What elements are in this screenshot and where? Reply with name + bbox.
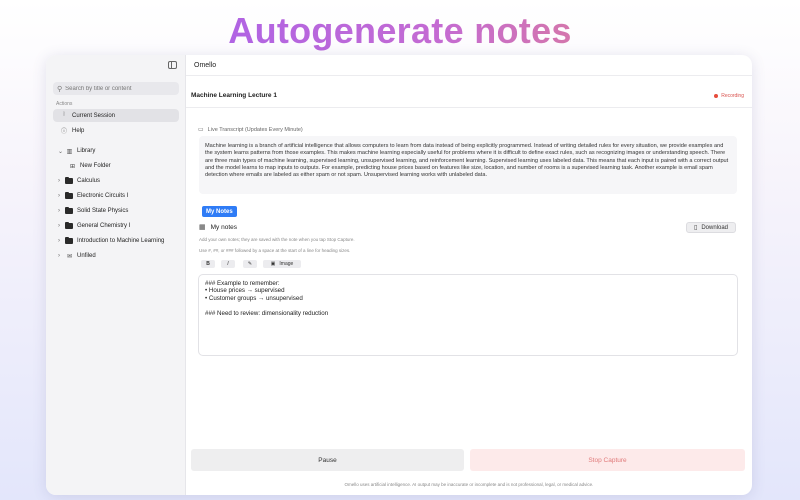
sidebar-folder-intro-ml[interactable]: › Introduction to Machine Learning bbox=[58, 235, 164, 247]
promo-headline: Autogenerate notes bbox=[0, 10, 800, 52]
sidebar: ⚲ Actions ⦚ Current Session ⓘ Help ⌄ ▥ L… bbox=[46, 55, 186, 495]
sidebar-toggle-icon[interactable] bbox=[168, 61, 177, 69]
chevron-right-icon: › bbox=[58, 193, 60, 199]
session-title: Machine Learning Lecture 1 bbox=[191, 92, 277, 99]
sidebar-folder-solid-state-physics[interactable]: › Solid State Physics bbox=[58, 205, 128, 217]
chevron-right-icon: › bbox=[58, 223, 60, 229]
transcript-icon: ▭ bbox=[198, 127, 204, 133]
unfiled-label: Unfiled bbox=[77, 253, 96, 259]
folder-icon bbox=[65, 207, 73, 214]
folder-icon bbox=[65, 222, 73, 229]
folder-label: Calculus bbox=[77, 178, 101, 184]
new-folder-icon: ⊞ bbox=[69, 163, 76, 170]
insert-image-button[interactable]: ▣ Image bbox=[263, 260, 301, 268]
search-input[interactable] bbox=[65, 85, 166, 92]
sidebar-folder-general-chemistry[interactable]: › General Chemistry I bbox=[58, 220, 130, 232]
transcript-label-text: Live Transcript (Updates Every Minute) bbox=[207, 126, 303, 133]
recording-status: Recording bbox=[721, 93, 744, 99]
image-button-label: Image bbox=[279, 261, 294, 267]
notes-calendar-icon: ▦ bbox=[199, 224, 206, 231]
bold-button[interactable]: B bbox=[201, 260, 215, 268]
sidebar-item-label: Current Session bbox=[72, 112, 116, 119]
folder-label: Electronic Circuits I bbox=[77, 193, 129, 199]
main-panel: Omello Machine Learning Lecture 1 Record… bbox=[186, 55, 752, 495]
sidebar-item-help[interactable]: ⓘ Help bbox=[53, 124, 179, 137]
folder-label: Solid State Physics bbox=[77, 208, 129, 214]
recording-dot-icon bbox=[714, 94, 719, 98]
recording-indicator: Recording bbox=[714, 93, 744, 99]
pencil-icon: ✎ bbox=[247, 261, 253, 267]
app-title: Omello bbox=[194, 61, 217, 69]
sidebar-item-label: Help bbox=[72, 127, 85, 134]
chevron-down-icon: ⌄ bbox=[58, 148, 64, 155]
notes-hint-headings: Use #, ##, or ### followed by a space at… bbox=[199, 248, 351, 253]
chevron-right-icon: › bbox=[58, 238, 60, 244]
sidebar-folder-calculus[interactable]: › Calculus bbox=[58, 175, 100, 187]
stop-capture-button[interactable]: Stop Capture bbox=[470, 449, 745, 471]
folder-icon bbox=[65, 237, 73, 244]
folder-label: Introduction to Machine Learning bbox=[77, 238, 165, 244]
search-icon: ⚲ bbox=[57, 85, 63, 93]
folder-icon bbox=[65, 192, 73, 199]
sidebar-item-current-session[interactable]: ⦚ Current Session bbox=[53, 109, 179, 122]
sidebar-folder-electronic-circuits[interactable]: › Electronic Circuits I bbox=[58, 190, 128, 202]
live-transcript: Machine learning is a branch of artifici… bbox=[199, 136, 737, 194]
actions-section-label: Actions bbox=[56, 101, 73, 107]
download-button[interactable]: ▯ Download bbox=[686, 222, 736, 233]
chevron-right-icon: › bbox=[58, 253, 60, 259]
chevron-right-icon: › bbox=[58, 208, 60, 214]
download-label: Download bbox=[701, 224, 728, 231]
search-bar[interactable]: ⚲ bbox=[53, 82, 179, 95]
help-circle-icon: ⓘ bbox=[60, 129, 67, 135]
notes-hint-save: Add your own notes; they are saved with … bbox=[199, 237, 355, 242]
new-folder-label: New Folder bbox=[80, 163, 111, 169]
folder-icon bbox=[65, 177, 73, 184]
pause-button[interactable]: Pause bbox=[191, 449, 464, 471]
folder-label: General Chemistry I bbox=[77, 223, 131, 229]
image-icon: ▣ bbox=[270, 261, 276, 267]
library-header[interactable]: ⌄ ▥ Library bbox=[58, 145, 95, 157]
chevron-right-icon: › bbox=[58, 178, 60, 184]
waveform-icon: ⦚ bbox=[63, 112, 65, 118]
library-label: Library bbox=[77, 148, 96, 154]
library-icon: ▥ bbox=[66, 148, 73, 155]
document-icon: ▯ bbox=[694, 225, 698, 231]
italic-button[interactable]: I bbox=[221, 260, 235, 268]
new-folder-button[interactable]: ⊞ New Folder bbox=[68, 160, 111, 172]
titlebar: Omello bbox=[186, 55, 752, 76]
ai-disclaimer: Omello uses artificial intelligence. AI … bbox=[344, 482, 594, 487]
app-window: ⚲ Actions ⦚ Current Session ⓘ Help ⌄ ▥ L… bbox=[46, 55, 752, 495]
highlight-button[interactable]: ✎ bbox=[243, 260, 257, 268]
inbox-icon: ✉ bbox=[66, 253, 73, 260]
divider bbox=[186, 107, 752, 108]
sidebar-item-unfiled[interactable]: › ✉ Unfiled bbox=[58, 250, 96, 262]
transcript-label: ▭ Live Transcript (Updates Every Minute) bbox=[198, 126, 303, 134]
my-notes-heading: ▦ My notes bbox=[199, 223, 237, 232]
tab-my-notes[interactable]: My Notes bbox=[202, 206, 237, 217]
my-notes-heading-text: My notes bbox=[210, 223, 237, 231]
notes-editor[interactable]: ### Example to remember: • House prices … bbox=[198, 274, 738, 356]
